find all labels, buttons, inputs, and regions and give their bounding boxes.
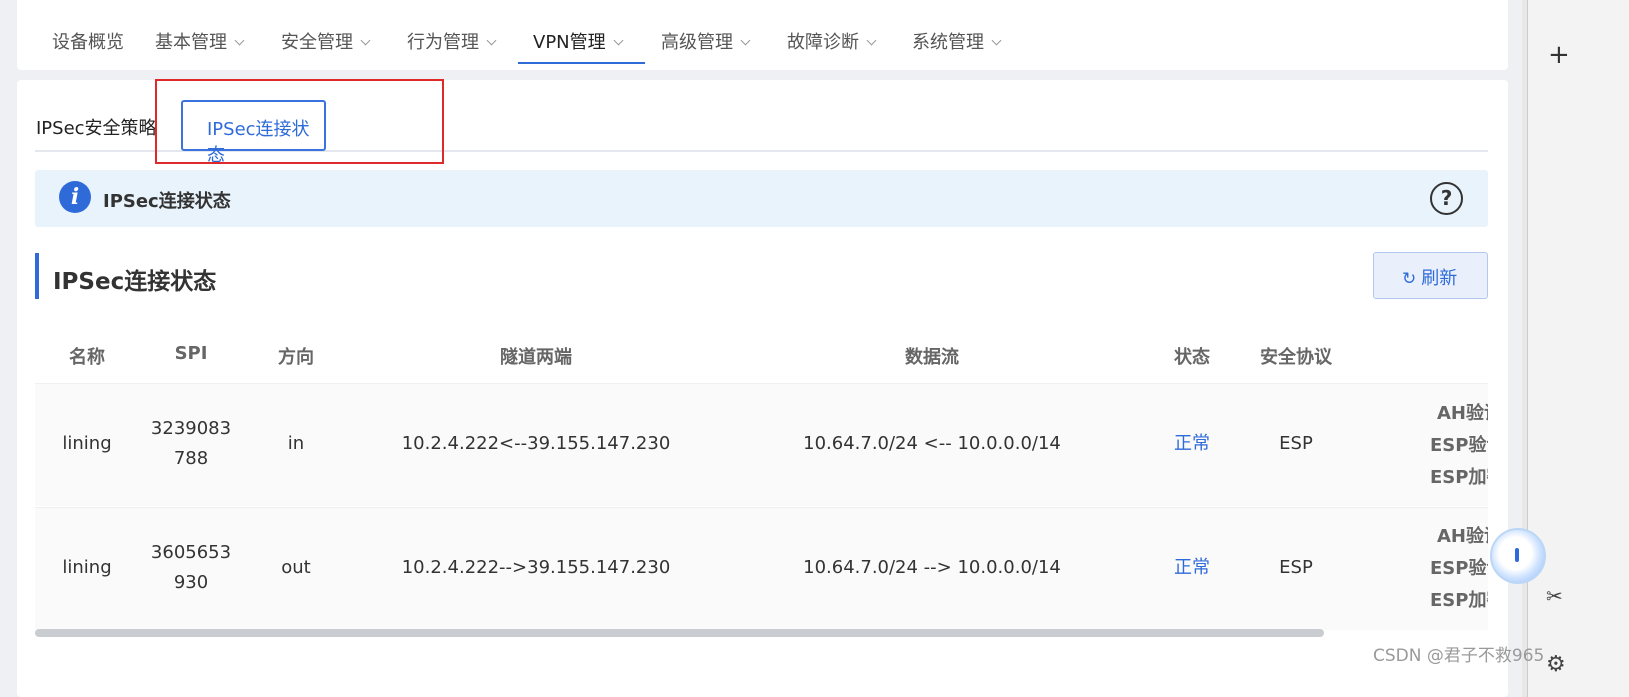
info-icon: i — [59, 181, 91, 213]
chevron-down-icon — [486, 35, 497, 46]
column-header-protocol: 安全协议 — [1260, 347, 1332, 368]
cell-algorithms: AH验证 ESP验证 ESP加密 — [1430, 403, 1488, 488]
refresh-button[interactable]: ↻ 刷新 — [1373, 252, 1488, 299]
nav-active-indicator — [518, 62, 645, 64]
refresh-label: 刷新 — [1421, 268, 1458, 289]
info-banner-title: IPSec连接状态 — [103, 191, 231, 212]
side-toolbar — [1527, 0, 1629, 697]
nav-item-device-overview[interactable]: 设备概览 — [52, 28, 124, 54]
highlight-box — [155, 79, 444, 164]
floating-assistant-button[interactable] — [1490, 528, 1546, 584]
column-header-tunnel: 隧道两端 — [500, 347, 572, 368]
nav-item-vpn[interactable]: VPN管理 — [533, 28, 624, 54]
chevron-down-icon — [360, 35, 371, 46]
table-row — [35, 383, 1488, 506]
column-header-name: 名称 — [69, 347, 105, 368]
cell-tunnel: 10.2.4.222<--39.155.147.230 — [401, 433, 671, 454]
cell-tunnel: 10.2.4.222-->39.155.147.230 — [401, 557, 671, 578]
assistant-icon — [1515, 548, 1519, 562]
column-header-direction: 方向 — [278, 347, 314, 368]
cell-protocol: ESP — [1279, 433, 1313, 454]
horizontal-scrollbar[interactable] — [35, 629, 1324, 637]
nav-item-diagnosis[interactable]: 故障诊断 — [787, 28, 877, 54]
cell-name: lining — [62, 433, 112, 454]
chevron-down-icon — [740, 35, 751, 46]
table-row — [35, 507, 1488, 630]
nav-item-basic[interactable]: 基本管理 — [155, 28, 245, 54]
cell-spi: 3605653 930 — [150, 542, 232, 593]
info-banner — [35, 170, 1488, 227]
gear-icon[interactable]: ⚙ — [1546, 652, 1566, 677]
cell-direction: in — [287, 433, 305, 454]
tab-ipsec-policy[interactable]: IPSec安全策略 — [36, 114, 157, 140]
chevron-down-icon — [991, 35, 1002, 46]
nav-item-system[interactable]: 系统管理 — [912, 28, 1002, 54]
cell-flow: 10.64.7.0/24 --> 10.0.0.0/14 — [803, 557, 1061, 578]
section-accent-bar — [35, 253, 39, 299]
chevron-down-icon — [866, 35, 877, 46]
cell-status: 正常 — [1174, 557, 1210, 578]
column-header-status: 状态 — [1174, 347, 1210, 368]
cell-spi: 3239083 788 — [150, 418, 232, 469]
cell-protocol: ESP — [1279, 557, 1313, 578]
refresh-icon: ↻ — [1402, 269, 1417, 289]
cell-status: 正常 — [1174, 433, 1210, 454]
cell-direction: out — [281, 557, 311, 578]
help-icon[interactable]: ? — [1430, 182, 1463, 215]
nav-item-behavior[interactable]: 行为管理 — [407, 28, 497, 54]
watermark: CSDN @君子不救965 — [1373, 646, 1545, 666]
nav-item-security[interactable]: 安全管理 — [281, 28, 371, 54]
column-header-flow: 数据流 — [905, 347, 959, 368]
cell-flow: 10.64.7.0/24 <-- 10.0.0.0/14 — [803, 433, 1061, 454]
screenshot-icon[interactable]: ✂ — [1546, 584, 1563, 608]
chevron-down-icon — [234, 35, 245, 46]
top-nav: 设备概览 基本管理 安全管理 行为管理 VPN管理 高级管理 故障诊断 系统管理 — [17, 0, 1508, 70]
column-header-spi: SPI — [174, 343, 208, 364]
nav-item-advanced[interactable]: 高级管理 — [661, 28, 751, 54]
section-title: IPSec连接状态 — [53, 269, 217, 295]
cell-algorithms: AH验证 ESP验证 ESP加密 — [1430, 526, 1488, 611]
chevron-down-icon — [613, 35, 624, 46]
plus-icon[interactable]: + — [1548, 40, 1570, 70]
cell-name: lining — [62, 557, 112, 578]
